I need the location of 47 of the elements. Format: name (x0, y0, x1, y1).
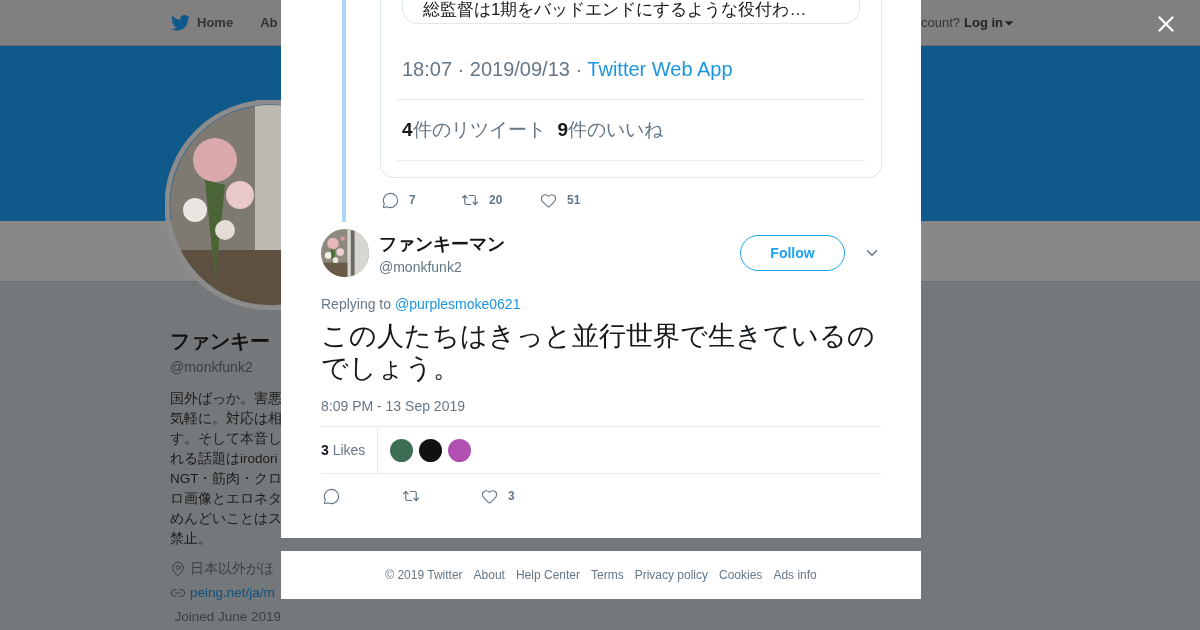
bio-line: ロ画像とエロネタ (170, 490, 281, 508)
tweet-time: 8:09 PM - 13 Sep 2019 (321, 398, 466, 414)
follow-button[interactable]: Follow (740, 235, 845, 271)
source-link[interactable]: Twitter Web App (587, 58, 733, 80)
footer-link[interactable]: © 2019 Twitter (385, 568, 463, 582)
bird-icon (171, 14, 190, 31)
location-icon (170, 560, 186, 577)
like-button[interactable]: 3 (481, 487, 560, 505)
bio-line: NGT・筋肉・クロ (170, 470, 281, 488)
tweet-meta: 18:07 · 2019/09/13 · Twitter Web App (397, 24, 865, 100)
footer-link[interactable]: Help Center (515, 568, 580, 582)
replying-to: Replying to @purplesmoke0621 (321, 296, 522, 312)
bio-line: す。そして本音し (170, 430, 281, 448)
user-name: ファンキーマン (379, 232, 506, 256)
likes-count: 3 Likes (321, 427, 379, 473)
retweet-count: 4件のリツイート (402, 118, 546, 142)
heart-icon (481, 487, 498, 505)
footer-link[interactable]: Ads info (773, 568, 817, 582)
profile-handle: @monkfunk2 (170, 359, 254, 375)
avatar[interactable] (419, 438, 443, 462)
nav-link[interactable]: Home (171, 14, 234, 31)
bio-line: 国外ばっか。害悪 (170, 390, 281, 408)
user-handle: @monkfunk2 (379, 258, 463, 275)
joined-date: Joined June 2019 (174, 609, 281, 624)
heart-icon (540, 191, 557, 209)
like-button[interactable]: 51 (540, 191, 619, 209)
footer-link[interactable]: Terms (591, 568, 624, 582)
mention-link[interactable]: @purplesmoke0621 (394, 296, 521, 312)
bio-line: 禁止。 (170, 530, 213, 548)
quote-text: 総監督は1期をバッドエンドにするような役付わ… (423, 0, 808, 20)
like-count: 9件のいいね (557, 118, 664, 142)
bio-line: めんどいことはス (170, 510, 281, 528)
bio-line: れる話題はirodori (170, 450, 279, 468)
login-link[interactable]: Log in (964, 15, 1015, 30)
profile-name: ファンキー (170, 329, 271, 354)
location-text: 日本以外がほ (190, 559, 274, 578)
retweet-button[interactable]: 20 (461, 191, 540, 209)
bio-line: 気軽に。対応は相 (170, 410, 281, 428)
footer-link[interactable]: Privacy policy (634, 568, 708, 582)
reply-icon (323, 487, 340, 505)
tweet-text: この人たちはきっと並行世界で生きているのでしょう。 (321, 320, 876, 384)
footer-link[interactable]: About (473, 568, 505, 582)
reply-button[interactable]: 7 (382, 191, 461, 209)
nav-link[interactable]: Ab (260, 15, 278, 30)
footer-link[interactable]: Cookies (719, 568, 763, 582)
reply-icon (382, 191, 399, 209)
login-prompt: count? (920, 15, 960, 30)
